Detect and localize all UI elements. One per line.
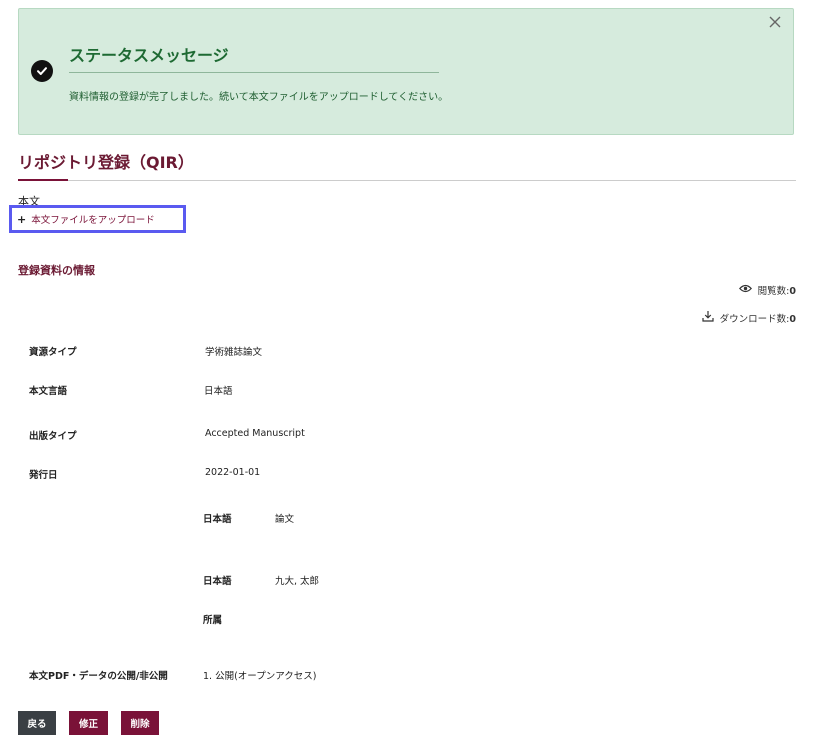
field-value-issue-date: 2022-01-01 — [205, 467, 261, 478]
field-value-publication-type: Accepted Manuscript — [205, 428, 305, 439]
info-section-heading: 登録資料の情報 — [18, 264, 95, 277]
title-value: 論文 — [275, 514, 295, 525]
field-label-language: 本文言語 — [29, 386, 68, 397]
field-label-resource-type: 資源タイプ — [29, 347, 77, 358]
field-label-access: 本文PDF・データの公開/非公開 — [29, 671, 168, 682]
views-value: 0 — [789, 286, 796, 297]
field-value-access: 1. 公開(オープンアクセス) — [203, 671, 317, 682]
downloads-value: 0 — [789, 313, 796, 325]
field-value-resource-type: 学術雑誌論文 — [205, 347, 263, 358]
alert-message: 資料情報の登録が完了しました。続いて本文ファイルをアップロードしてください。 — [69, 92, 449, 103]
field-label-issue-date: 発行日 — [29, 470, 58, 481]
back-button[interactable]: 戻る — [18, 711, 56, 735]
page-title: リポジトリ登録（QIR） — [18, 153, 194, 172]
close-icon[interactable] — [767, 14, 783, 30]
downloads-stat: ダウンロード数:0 — [702, 310, 796, 325]
creator-lang: 日本語 — [203, 576, 232, 587]
affiliation-label: 所属 — [203, 615, 223, 626]
title-lang: 日本語 — [203, 514, 232, 525]
creator-value: 九大, 太郎 — [275, 576, 320, 587]
field-label-publication-type: 出版タイプ — [29, 431, 77, 442]
download-icon — [702, 310, 714, 325]
upload-file-label: 本文ファイルをアップロード — [31, 215, 155, 226]
plus-icon: + — [17, 212, 27, 226]
status-alert: ステータスメッセージ 資料情報の登録が完了しました。続いて本文ファイルをアップロ… — [18, 8, 794, 135]
title-accent-bar — [18, 179, 68, 181]
views-label: 閲覧数: — [757, 286, 790, 297]
title-divider — [18, 180, 796, 181]
field-value-language: 日本語 — [204, 386, 233, 397]
upload-file-link[interactable]: + 本文ファイルをアップロード — [17, 212, 155, 227]
check-circle-icon — [31, 60, 53, 82]
delete-button[interactable]: 削除 — [121, 711, 159, 735]
edit-button[interactable]: 修正 — [69, 711, 108, 735]
eye-icon — [738, 284, 752, 296]
downloads-label: ダウンロード数: — [719, 313, 790, 325]
alert-divider — [69, 72, 439, 73]
views-stat: 閲覧数:0 — [738, 283, 796, 297]
alert-title: ステータスメッセージ — [69, 46, 229, 65]
